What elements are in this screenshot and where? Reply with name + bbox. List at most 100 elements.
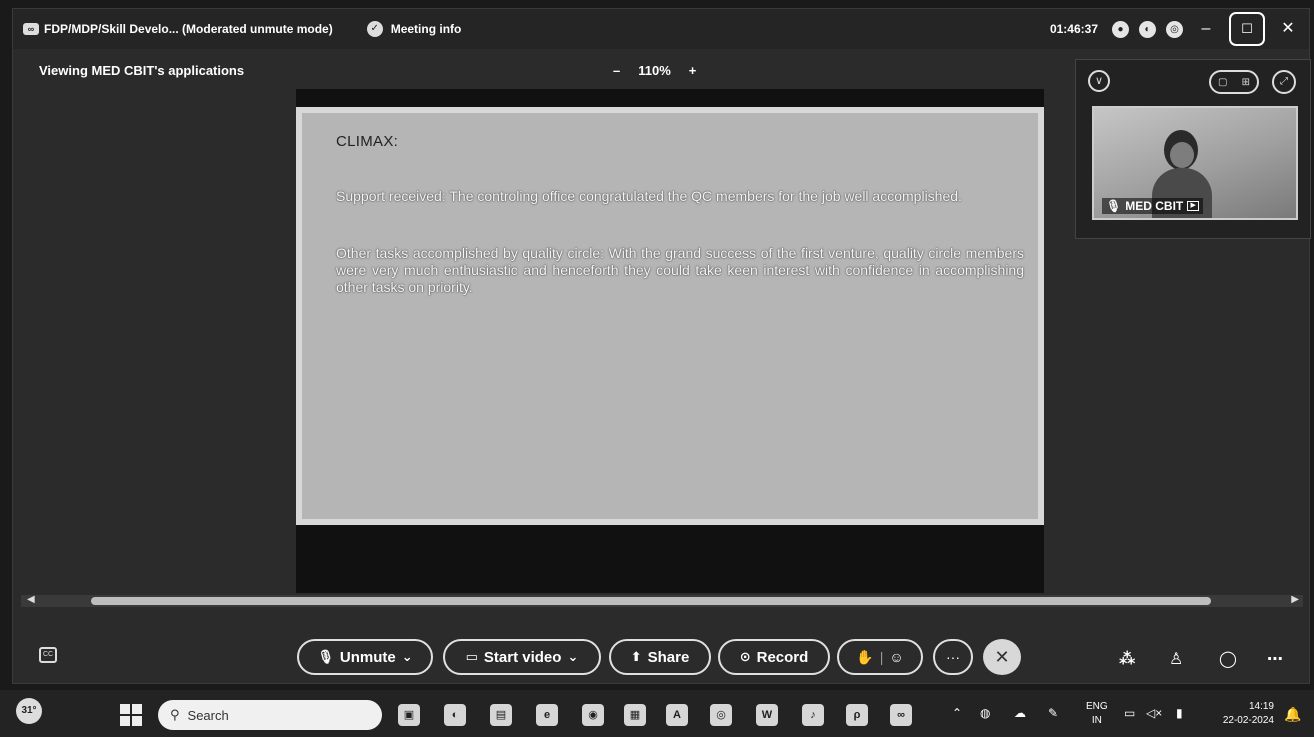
chat-icon[interactable]: ◯ xyxy=(1219,649,1237,669)
language-code: ENG xyxy=(1086,701,1108,712)
share-screen-icon: ⬆ xyxy=(630,649,642,664)
mic-muted-tray-icon[interactable]: ✎ xyxy=(1048,706,1058,720)
shield-icon: ✓ xyxy=(366,21,383,37)
record-button[interactable]: ⊙ Record xyxy=(718,639,830,675)
reactions-group: ✋ | ☺ xyxy=(837,639,923,675)
chevron-down-icon[interactable]: ⌄ xyxy=(402,649,413,665)
participant-face xyxy=(1170,142,1194,168)
raise-hand-icon[interactable]: ✋ xyxy=(856,649,873,666)
browser-app-icon[interactable]: ◉ xyxy=(582,704,604,726)
title-bar: ∞ FDP/MDP/Skill Develo... (Moderated unm… xyxy=(13,9,1309,49)
breakout-rooms-icon[interactable]: ⁂ xyxy=(1119,649,1135,669)
slide-title: CLIMAX: xyxy=(336,133,399,150)
mic-muted-icon: 🎙 xyxy=(317,649,334,664)
viewing-label: Viewing MED CBIT's applications xyxy=(39,63,245,78)
word-icon[interactable]: W xyxy=(756,704,778,726)
compass-icon[interactable]: ◐ xyxy=(1139,20,1156,38)
mic-icon: 🎙 xyxy=(1106,199,1122,213)
chevron-up-icon[interactable]: ⌃ xyxy=(952,706,962,720)
more-options-button[interactable]: ··· xyxy=(933,639,973,675)
shared-content-area: CLIMAX: Support received: The controling… xyxy=(296,89,1044,593)
participant-label: 🎙 MED CBIT ▶ xyxy=(1102,198,1204,214)
onedrive-icon[interactable]: ☁ xyxy=(1014,706,1026,720)
share-label: Share xyxy=(647,648,690,666)
search-icon: ⚲ xyxy=(170,707,180,722)
expand-icon[interactable]: ⤢ xyxy=(1272,70,1296,94)
end-meeting-button[interactable]: ✕ xyxy=(983,639,1021,675)
region-code: IN xyxy=(1091,715,1102,726)
clock-time: 14:19 xyxy=(1248,701,1274,712)
zoom-in-button[interactable]: + xyxy=(689,63,697,78)
emoji-icon[interactable]: ☺ xyxy=(889,649,903,665)
notification-bell-icon[interactable]: 🔔 xyxy=(1284,706,1301,723)
close-button[interactable]: ✕ xyxy=(1275,16,1301,42)
battery-icon[interactable]: ▮ xyxy=(1176,706,1183,720)
start-video-label: Start video xyxy=(483,648,562,666)
unmute-label: Unmute xyxy=(339,648,396,666)
slide-paragraph: Support received: The controling office … xyxy=(336,188,962,204)
ai-assistant-icon[interactable]: ◎ xyxy=(1166,20,1183,38)
search-placeholder: Search xyxy=(187,707,229,723)
zoom-controls: – 110% + xyxy=(613,63,696,78)
webex-logo-icon: ∞ xyxy=(23,23,39,35)
taskbar-search[interactable]: ⚲ Search xyxy=(158,700,382,730)
camera-off-icon: ▭ xyxy=(465,649,478,664)
share-button[interactable]: ⬆ Share xyxy=(609,639,711,675)
captions-icon[interactable]: CC xyxy=(39,647,57,663)
single-view-icon[interactable]: ▢ xyxy=(1218,77,1227,88)
file-explorer-icon[interactable]: ▤ xyxy=(490,704,512,726)
windows-taskbar: 31° ⚲ Search ▣ ◐ ▤ e ◉ ▦ A ◎ W ♪ ρ ∞ ⌃ ◍… xyxy=(0,690,1314,737)
record-icon: ⊙ xyxy=(739,649,751,664)
meeting-timer: 01:46:37 xyxy=(1049,22,1098,36)
volume-muted-icon[interactable]: ◁× xyxy=(1146,706,1162,720)
chevron-down-icon[interactable]: ⌄ xyxy=(567,649,578,665)
horizontal-scrollbar[interactable]: ◀ ▶ xyxy=(21,594,1303,607)
webex-window: ∞ FDP/MDP/Skill Develo... (Moderated unm… xyxy=(12,8,1311,684)
zoom-level: 110% xyxy=(638,63,671,78)
video-panel: ∨ ▢ ⊞ ⤢ 🎙 MED CBIT ▶ xyxy=(1075,59,1311,239)
maximize-button[interactable]: ☐ xyxy=(1229,12,1265,46)
record-label: Record xyxy=(756,648,809,666)
chat-app-icon[interactable]: ◐ xyxy=(444,704,466,726)
scroll-left-icon[interactable]: ◀ xyxy=(27,594,35,605)
scrollbar-thumb[interactable] xyxy=(91,597,1211,605)
store-app-icon[interactable]: ▦ xyxy=(624,704,646,726)
weather-widget[interactable]: 31° xyxy=(16,698,42,724)
task-view-icon[interactable]: ▣ xyxy=(398,704,420,726)
chevron-down-icon[interactable]: ∨ xyxy=(1088,70,1110,92)
minimize-button[interactable]: – xyxy=(1193,16,1219,42)
more-label: ··· xyxy=(946,649,960,665)
language-indicator[interactable]: ENG IN xyxy=(1086,700,1108,728)
chrome-icon[interactable]: ◎ xyxy=(710,704,732,726)
meeting-controls: CC 🎙 Unmute ⌄ ▭ Start video ⌄ ⬆ Share ⊙ … xyxy=(13,635,1309,677)
meeting-info-button[interactable]: ✓ Meeting info xyxy=(366,21,462,37)
presentation-slide: CLIMAX: Support received: The controling… xyxy=(296,107,1044,525)
layout-toggle[interactable]: ▢ ⊞ xyxy=(1209,70,1259,94)
participant-video-tile[interactable]: 🎙 MED CBIT ▶ xyxy=(1092,106,1298,220)
music-app-icon[interactable]: ♪ xyxy=(802,704,824,726)
scroll-right-icon[interactable]: ▶ xyxy=(1291,594,1299,605)
edge-browser-icon[interactable]: e xyxy=(536,704,558,726)
pinned-app-icon[interactable]: ρ xyxy=(846,704,868,726)
windows-start-icon[interactable] xyxy=(120,704,142,726)
screen-share-icon: ▶ xyxy=(1187,201,1200,211)
meeting-info-label: Meeting info xyxy=(390,22,462,36)
network-icon[interactable]: ▭ xyxy=(1124,706,1135,720)
unmute-button[interactable]: 🎙 Unmute ⌄ xyxy=(297,639,433,675)
system-clock[interactable]: 14:19 22-02-2024 xyxy=(1204,700,1274,728)
meeting-title-text: FDP/MDP/Skill Develo... (Moderated unmut… xyxy=(44,22,333,36)
more-panels-icon[interactable]: ⋯ xyxy=(1267,649,1283,669)
participants-icon[interactable]: ♙ xyxy=(1169,649,1183,669)
zoom-out-button[interactable]: – xyxy=(613,63,620,78)
slide-paragraph: Other tasks accomplished by quality circ… xyxy=(336,245,1024,295)
pdf-app-icon[interactable]: A xyxy=(666,704,688,726)
title-right-group: 01:46:37 ● ◐ ◎ – ☐ ✕ xyxy=(1050,9,1301,49)
clock-date: 22-02-2024 xyxy=(1222,715,1274,726)
record-indicator-icon[interactable]: ● xyxy=(1112,20,1129,38)
webex-app-icon[interactable]: ∞ xyxy=(890,704,912,726)
start-video-button[interactable]: ▭ Start video ⌄ xyxy=(443,639,601,675)
tray-app-icon[interactable]: ◍ xyxy=(980,706,990,720)
grid-view-icon[interactable]: ⊞ xyxy=(1242,77,1250,88)
meeting-title[interactable]: ∞ FDP/MDP/Skill Develo... (Moderated unm… xyxy=(23,22,333,36)
participant-name: MED CBIT xyxy=(1125,199,1184,213)
